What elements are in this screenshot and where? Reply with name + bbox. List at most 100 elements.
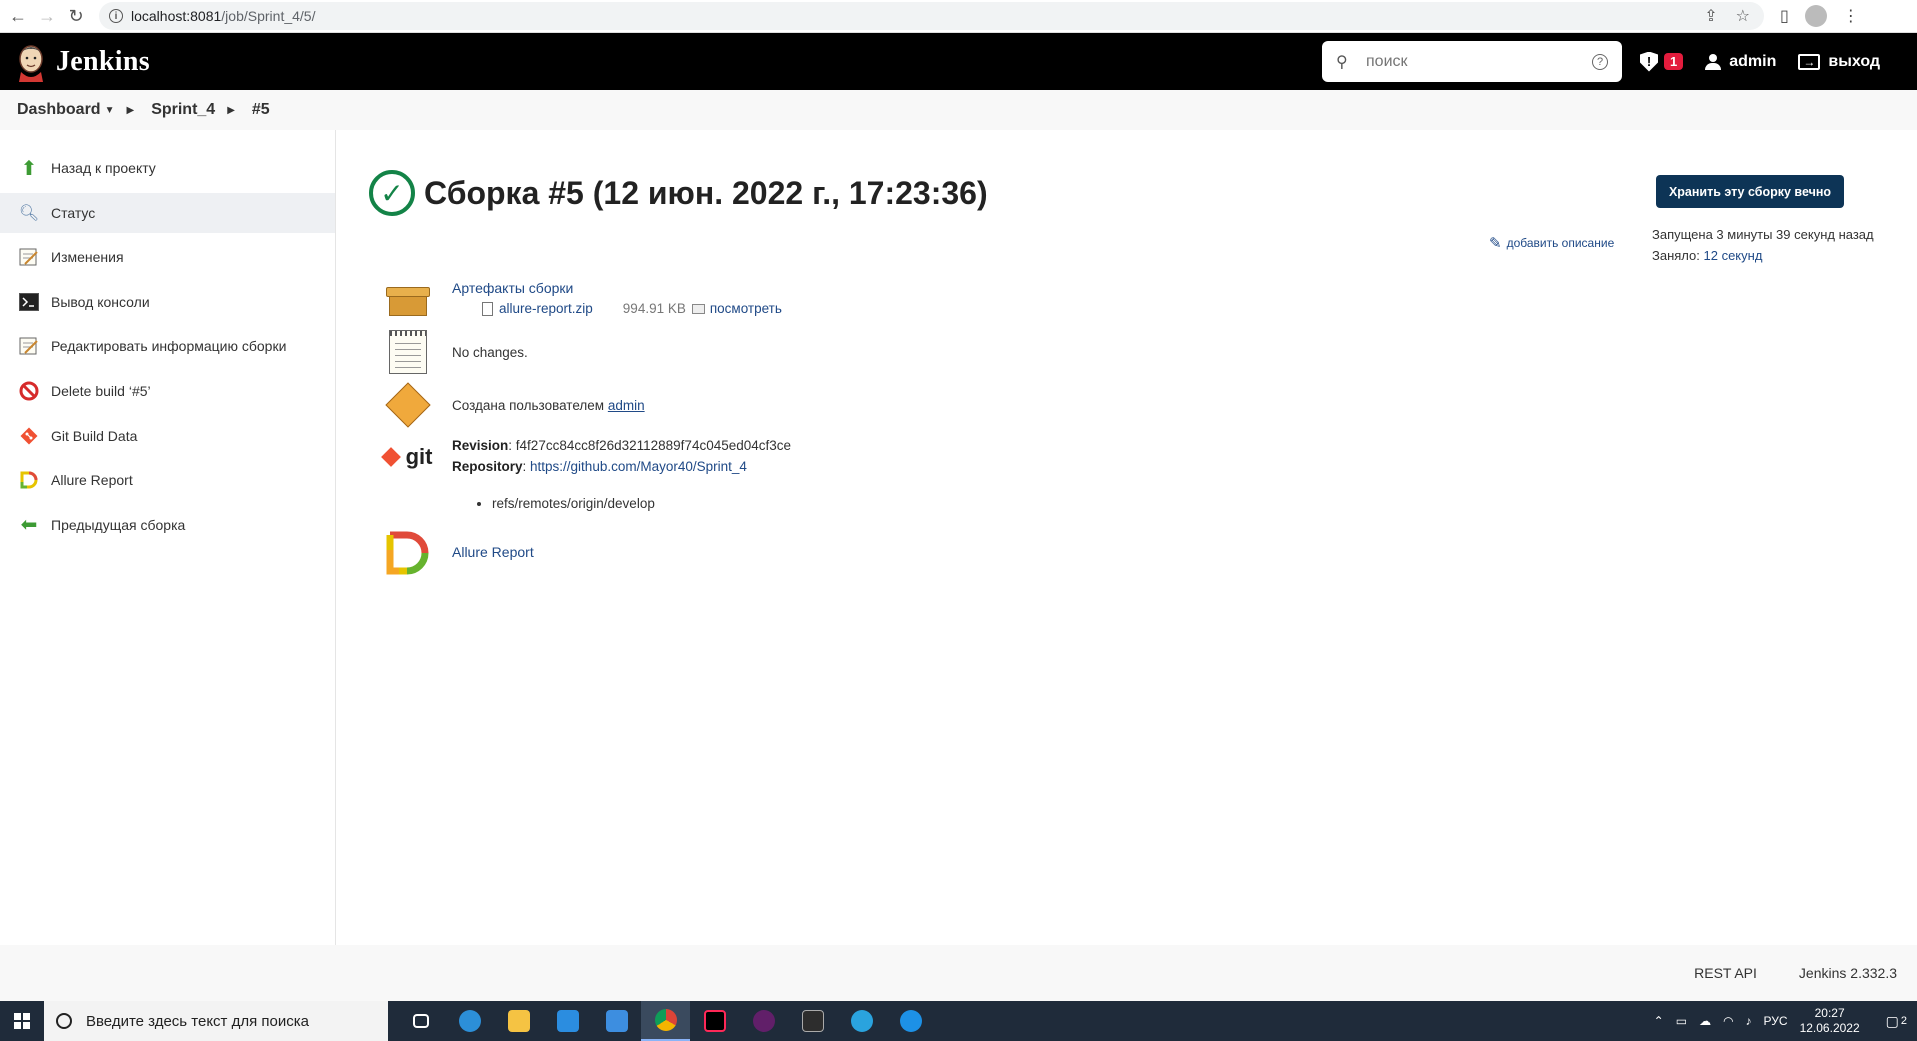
page-title: ✓ Сборка #5 (12 июн. 2022 г., 17:23:36) — [369, 170, 988, 216]
build-title-text: Сборка #5 (12 июн. 2022 г., 17:23:36) — [424, 174, 988, 211]
sidebar-item-edit-build-info[interactable]: Редактировать информацию сборки — [0, 326, 335, 366]
footer: REST API Jenkins 2.332.3 — [0, 945, 1917, 1001]
task-view-icon[interactable] — [396, 1001, 445, 1041]
revision-label: Revision — [452, 438, 509, 453]
branch-list: refs/remotes/origin/develop — [492, 493, 791, 514]
changes-section: No changes. — [384, 329, 528, 375]
security-alert[interactable]: ! 1 — [1640, 51, 1684, 72]
add-description-link[interactable]: ✎ добавить описание — [1489, 234, 1614, 252]
sidebar-item-changes[interactable]: Изменения — [0, 237, 335, 277]
sidebar-item-git-build-data[interactable]: Git Build Data — [0, 416, 335, 456]
no-entry-icon — [18, 380, 40, 402]
sidebar-item-label: Изменения — [51, 249, 124, 266]
search-box[interactable]: ⚲ ? — [1322, 41, 1622, 82]
sidebar-item-back-to-project[interactable]: ⬆ Назад к проекту — [0, 148, 335, 188]
user-link[interactable]: admin — [1705, 53, 1776, 71]
back-icon[interactable]: ← — [7, 5, 29, 27]
breadcrumb-build[interactable]: #5 — [252, 101, 270, 119]
windows-start-icon[interactable] — [0, 1001, 44, 1041]
list-item: refs/remotes/origin/develop — [492, 493, 791, 514]
profile-avatar[interactable] — [1804, 5, 1827, 27]
sidebar-item-console-output[interactable]: Вывод консоли — [0, 282, 335, 322]
sidebar-item-label: Вывод консоли — [51, 293, 150, 310]
git-logo: git — [380, 434, 432, 480]
os-taskbar: Введите здесь текст для поиска ⌃ ▭ ☁ ◠ ♪… — [0, 1001, 1917, 1041]
site-info-icon[interactable]: i — [109, 9, 123, 23]
share-icon[interactable]: ⇪ — [1704, 6, 1717, 26]
slack-icon[interactable] — [739, 1001, 788, 1041]
search-input[interactable] — [1366, 52, 1592, 71]
artifact-row: allure-report.zip 994.91 KB посмотреть — [482, 301, 782, 316]
battery-icon[interactable]: ▭ — [1676, 1014, 1687, 1028]
chrome-icon[interactable] — [641, 1001, 690, 1041]
revision-hash: f4f27cc84cc8f26d32112889f74c045ed04cf3ce — [515, 438, 792, 453]
reload-icon[interactable]: ↻ — [65, 5, 87, 27]
logout-link[interactable]: → выход — [1798, 53, 1880, 71]
arrow-up-icon: ⬆ — [20, 157, 38, 180]
taskbar-search-placeholder: Введите здесь текст для поиска — [86, 1012, 309, 1030]
bookmark-star-icon[interactable]: ☆ — [1736, 6, 1750, 26]
forward-icon[interactable]: → — [36, 5, 58, 27]
edge-icon[interactable] — [445, 1001, 494, 1041]
allure-report-link[interactable]: Allure Report — [452, 544, 534, 560]
chevron-right-icon: ▶ — [227, 104, 235, 116]
build-timing-info: Запущена 3 минуты 39 секунд назад Заняло… — [1652, 224, 1874, 266]
url-host: localhost:8081 — [131, 8, 222, 24]
started-by-section: Создана пользователем admin — [384, 382, 645, 428]
artifact-view-link[interactable]: посмотреть — [710, 301, 782, 316]
chevron-down-icon[interactable]: ▼ — [105, 105, 115, 116]
repository-link[interactable]: https://github.com/Mayor40/Sprint_4 — [530, 459, 747, 474]
jenkins-header: Jenkins ⚲ ? ! 1 admin → выход — [0, 33, 1917, 90]
started-by-label: Создана пользователем — [452, 398, 605, 413]
menu-kebab-icon[interactable]: ⋮ — [1843, 6, 1859, 26]
jenkins-version-link[interactable]: Jenkins 2.332.3 — [1799, 965, 1897, 981]
cloud-icon[interactable]: ☁ — [1699, 1014, 1711, 1028]
chevron-up-icon[interactable]: ⌃ — [1654, 1014, 1664, 1028]
jenkins-logo[interactable]: Jenkins — [15, 42, 150, 82]
sidebar-item-status[interactable]: 🔍︎ Статус — [0, 192, 335, 233]
volume-icon[interactable]: ♪ — [1746, 1014, 1752, 1028]
breadcrumb-job[interactable]: Sprint_4 — [151, 101, 215, 119]
started-ago: Запущена 3 минуты 39 секунд назад — [1652, 227, 1874, 242]
address-bar[interactable]: i localhost:8081/job/Sprint_4/5/ ⇪ ☆ — [99, 2, 1764, 30]
language-indicator[interactable]: РУС — [1764, 1014, 1788, 1028]
rest-api-link[interactable]: REST API — [1694, 965, 1757, 981]
help-icon[interactable]: ? — [1592, 53, 1608, 70]
notification-center-icon[interactable]: ▢ 2 — [1886, 1013, 1907, 1030]
terminal-icon — [18, 291, 40, 313]
wifi-icon[interactable]: ◠ — [1723, 1014, 1733, 1028]
terminal-app-icon[interactable] — [788, 1001, 837, 1041]
docker-icon[interactable] — [886, 1001, 935, 1041]
sidebar-item-label: Delete build ‘#5’ — [51, 382, 151, 399]
started-by-user-link[interactable]: admin — [608, 398, 645, 413]
artifacts-link[interactable]: Артефакты сборки — [452, 280, 573, 296]
breadcrumb-dashboard[interactable]: Dashboard ▼ — [17, 101, 114, 119]
mail-icon[interactable] — [592, 1001, 641, 1041]
telegram-icon[interactable] — [837, 1001, 886, 1041]
took-label: Заняло: — [1652, 248, 1700, 263]
artifact-size: 994.91 KB — [622, 301, 686, 316]
allure-section: Allure Report — [384, 530, 534, 576]
sidebar-item-allure-report[interactable]: Allure Report — [0, 460, 335, 500]
sidebar-item-delete-build[interactable]: Delete build ‘#5’ — [0, 371, 335, 411]
keep-build-forever-button[interactable]: Хранить эту сборку вечно — [1656, 175, 1844, 208]
sidebar-item-previous-build[interactable]: ⬅ Предыдущая сборка — [0, 505, 335, 545]
clock[interactable]: 20:27 12.06.2022 — [1800, 1006, 1860, 1036]
success-check-icon: ✓ — [369, 170, 415, 216]
user-icon — [1705, 53, 1722, 70]
magnifier-icon: 🔍︎ — [18, 204, 40, 222]
git-section: git Revision: f4f27cc84cc8f26d32112889f7… — [380, 428, 792, 514]
file-explorer-icon[interactable] — [494, 1001, 543, 1041]
store-icon[interactable] — [543, 1001, 592, 1041]
taskbar-search[interactable]: Введите здесь текст для поиска — [44, 1001, 388, 1041]
artifact-file-link[interactable]: allure-report.zip — [499, 301, 593, 316]
side-panel-icon[interactable]: ▯ — [1780, 6, 1789, 26]
clock-date: 12.06.2022 — [1799, 1021, 1860, 1035]
no-changes-text: No changes. — [452, 345, 528, 360]
system-tray: ⌃ ▭ ☁ ◠ ♪ РУС 20:27 12.06.2022 ▢ 2 — [1654, 1006, 1907, 1036]
file-icon — [482, 301, 493, 316]
breadcrumb-job-label: Sprint_4 — [151, 101, 216, 118]
took-duration-link[interactable]: 12 секунд — [1704, 248, 1763, 263]
intellij-icon[interactable] — [690, 1001, 739, 1041]
user-name: admin — [1729, 52, 1777, 70]
